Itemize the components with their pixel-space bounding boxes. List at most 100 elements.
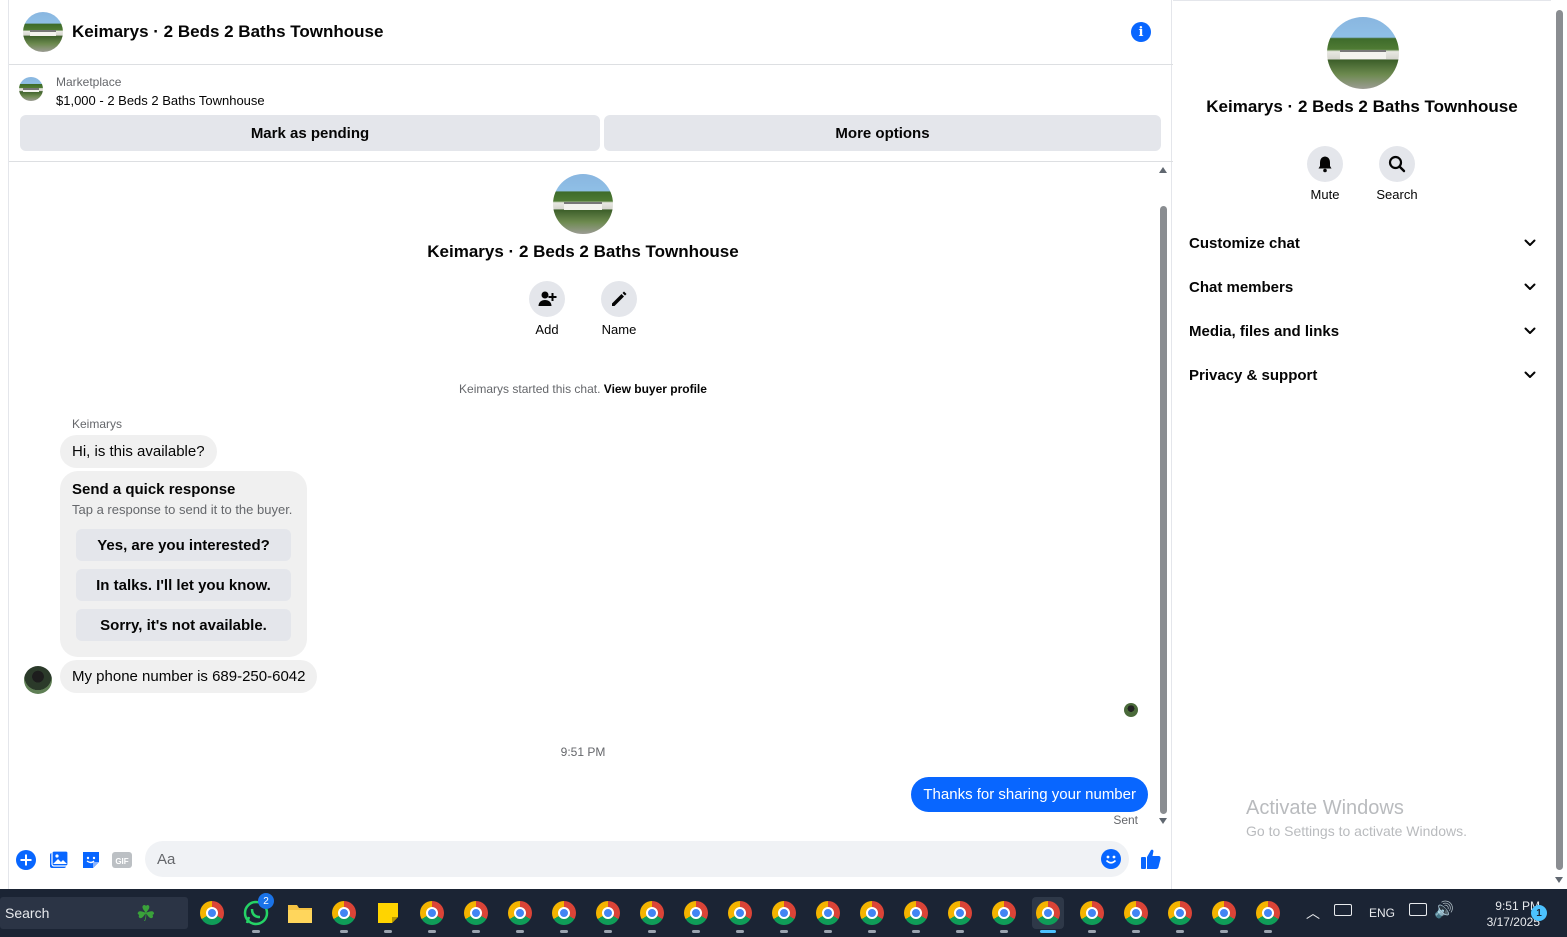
svg-text:GIF: GIF: [115, 857, 128, 866]
privacy-support-row[interactable]: Privacy & support: [1189, 355, 1537, 395]
watermark-subtitle: Go to Settings to activate Windows.: [1246, 823, 1467, 839]
chevron-down-icon: [1524, 327, 1536, 334]
taskbar-chrome-button[interactable]: [812, 897, 844, 933]
taskbar-chrome-button[interactable]: [416, 897, 448, 933]
message-list: Keimarys · 2 Beds 2 Baths Townhouse Add …: [9, 162, 1173, 838]
volume-icon[interactable]: 🔊: [1434, 900, 1454, 920]
taskbar-chrome-button[interactable]: [592, 897, 624, 933]
quick-response-yes[interactable]: Yes, are you interested?: [76, 529, 291, 561]
clock-time: 9:51 PM: [1495, 899, 1540, 913]
plus-icon[interactable]: [16, 850, 36, 870]
taskbar-chrome-button[interactable]: [768, 897, 800, 933]
taskbar-sticky-notes-button[interactable]: [372, 897, 404, 933]
conversation-avatar[interactable]: [23, 12, 63, 52]
taskbar-chrome-button[interactable]: [944, 897, 976, 933]
photo-icon: [50, 850, 69, 868]
running-indicator: [1088, 930, 1096, 933]
image-icon[interactable]: [49, 850, 69, 870]
chrome-icon: [1168, 901, 1192, 925]
mute-button[interactable]: [1307, 146, 1343, 182]
marketplace-banner: Marketplace $1,000 - 2 Beds 2 Baths Town…: [9, 65, 1173, 162]
running-indicator: [868, 930, 876, 933]
media-files-links-row[interactable]: Media, files and links: [1189, 311, 1537, 351]
notification-badge[interactable]: 1: [1531, 905, 1547, 921]
running-indicator: [648, 930, 656, 933]
taskbar-chrome-button-active[interactable]: [1032, 897, 1064, 933]
taskbar-chrome-button[interactable]: [1120, 897, 1152, 933]
taskbar-whatsapp-button[interactable]: 2: [240, 893, 274, 933]
taskbar-chrome-button[interactable]: [856, 897, 888, 933]
message-input[interactable]: [145, 841, 1129, 877]
taskbar-chrome-button[interactable]: [504, 897, 536, 933]
network-icon[interactable]: [1409, 903, 1427, 916]
taskbar-chrome-button[interactable]: [988, 897, 1020, 933]
quick-response-in-talks[interactable]: In talks. I'll let you know.: [76, 569, 291, 601]
chrome-icon: [640, 901, 664, 925]
customize-chat-row[interactable]: Customize chat: [1189, 223, 1537, 263]
search-button[interactable]: [1379, 146, 1415, 182]
running-indicator: [384, 930, 392, 933]
taskbar-chrome-button[interactable]: [328, 897, 360, 933]
taskbar-chrome-button[interactable]: [548, 897, 580, 933]
thumbs-up-icon[interactable]: [1139, 847, 1163, 871]
taskbar-chrome-button[interactable]: [1252, 897, 1284, 933]
taskbar-chrome-button[interactable]: [680, 897, 712, 933]
listing-title[interactable]: $1,000 - 2 Beds 2 Baths Townhouse: [56, 93, 265, 108]
page-scrollbar[interactable]: [1552, 0, 1567, 889]
taskbar-chrome-button[interactable]: [460, 897, 492, 933]
mark-as-pending-button[interactable]: Mark as pending: [20, 115, 600, 151]
intro-avatar: [553, 174, 613, 234]
tray-overflow-chevron-icon[interactable]: ︿: [1306, 903, 1320, 923]
read-receipt-avatar: [1124, 703, 1138, 717]
taskbar-chrome-button[interactable]: [1076, 897, 1108, 933]
chrome-icon: [992, 901, 1016, 925]
clock[interactable]: 9:51 PM 3/17/2025: [1460, 898, 1540, 930]
running-indicator: [340, 930, 348, 933]
add-label: Add: [535, 322, 559, 337]
taskbar-chrome-button[interactable]: [196, 897, 228, 929]
sender-name: Keimarys: [72, 417, 123, 431]
view-buyer-profile-link[interactable]: View buyer profile: [604, 382, 707, 396]
outgoing-message[interactable]: Thanks for sharing your number: [911, 777, 1148, 812]
scroll-down-arrow-icon[interactable]: [1159, 818, 1167, 824]
taskbar-file-explorer-button[interactable]: [284, 897, 316, 929]
taskbar-chrome-button[interactable]: [900, 897, 932, 933]
listing-thumbnail[interactable]: [19, 77, 43, 101]
section-label: Chat members: [1189, 278, 1294, 296]
taskbar-chrome-button[interactable]: [1164, 897, 1196, 933]
gif-icon[interactable]: GIF: [112, 850, 132, 870]
rename-button[interactable]: [601, 281, 637, 317]
taskbar-chrome-button[interactable]: [724, 897, 756, 933]
info-icon[interactable]: i: [1131, 22, 1151, 42]
scroll-up-arrow-icon[interactable]: [1159, 167, 1167, 173]
activate-windows-watermark: Activate Windows Go to Settings to activ…: [1246, 797, 1467, 839]
scrollbar-thumb[interactable]: [1160, 206, 1167, 814]
add-people-button[interactable]: [529, 281, 565, 317]
language-indicator[interactable]: ENG: [1369, 906, 1395, 920]
page-scroll-down-arrow-icon[interactable]: [1555, 877, 1563, 883]
section-label: Privacy & support: [1189, 366, 1318, 384]
sticker-icon[interactable]: [81, 850, 101, 870]
quick-response-not-available[interactable]: Sorry, it's not available.: [76, 609, 291, 641]
chrome-icon: [420, 901, 444, 925]
more-options-button[interactable]: More options: [604, 115, 1161, 151]
panel-avatar[interactable]: [1327, 17, 1399, 89]
keyboard-icon[interactable]: [1334, 904, 1352, 916]
chat-members-row[interactable]: Chat members: [1189, 267, 1537, 307]
chevron-down-icon: [1524, 239, 1536, 246]
buyer-avatar[interactable]: [24, 666, 52, 694]
taskbar-search-box[interactable]: Search ☘: [0, 897, 188, 929]
incoming-message[interactable]: Hi, is this available?: [60, 435, 217, 468]
chrome-icon: [552, 901, 576, 925]
running-indicator: [1176, 930, 1184, 933]
mute-label: Mute: [1310, 187, 1340, 202]
running-indicator: [516, 930, 524, 933]
incoming-message[interactable]: My phone number is 689-250-6042: [60, 660, 318, 693]
message-scrollbar[interactable]: [1156, 162, 1170, 832]
chrome-icon: [816, 901, 840, 925]
taskbar-chrome-button[interactable]: [1208, 897, 1240, 933]
emoji-icon[interactable]: [1101, 849, 1121, 869]
taskbar-chrome-button[interactable]: [636, 897, 668, 933]
page-scrollbar-thumb[interactable]: [1556, 10, 1563, 870]
conversation-title[interactable]: Keimarys · 2 Beds 2 Baths Townhouse: [72, 22, 383, 42]
